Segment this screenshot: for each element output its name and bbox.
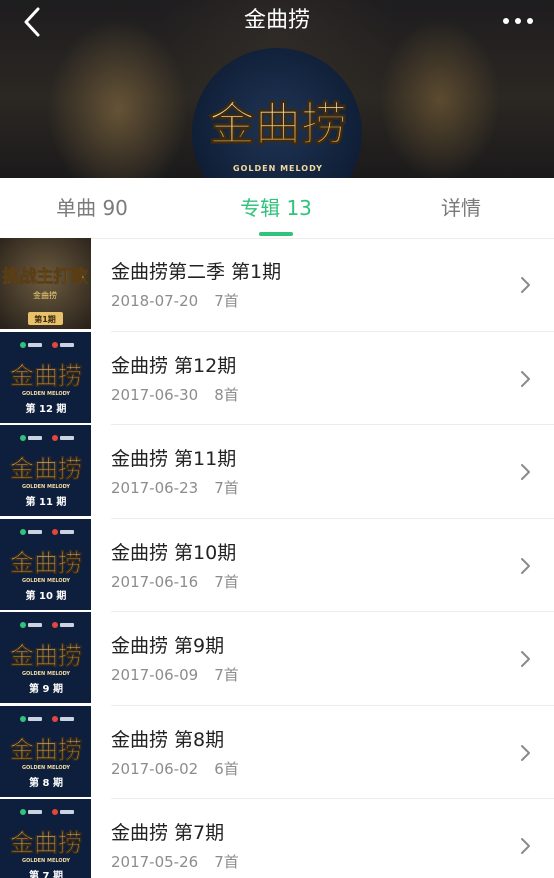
chevron-right-icon	[521, 557, 530, 574]
cover-art: 金曲捞 GOLDEN MELODY	[192, 48, 362, 178]
album-track-count: 7首	[214, 292, 239, 310]
album-track-count: 7首	[214, 479, 239, 497]
album-thumbnail: 金曲捞 GOLDEN MELODY 第 7 期	[0, 799, 91, 878]
album-meta: 2017-06-30 8首	[111, 384, 239, 405]
album-title: 金曲捞 第8期	[111, 728, 225, 751]
album-track-count: 6首	[214, 759, 239, 778]
album-thumbnail: 金曲捞 GOLDEN MELODY 第 8 期	[0, 705, 91, 797]
thumb-title-text: 金曲捞	[9, 549, 82, 577]
album-row[interactable]: 金曲捞 GOLDEN MELODY 第 11 期 金曲捞 第11期 2017-06-23…	[0, 425, 554, 519]
album-title: 金曲捞 第7期	[111, 822, 225, 844]
album-date: 2017-05-26	[111, 853, 199, 871]
album-row[interactable]: 金曲捞 GOLDEN MELODY 第 10 期 金曲捞 第10期 2017-06-16…	[0, 518, 554, 612]
album-thumbnail: 金曲捞 GOLDEN MELODY 第 9 期	[0, 612, 91, 703]
more-button[interactable]	[500, 8, 536, 34]
album-cover-art: 金曲捞GOLDEN MELODY 第 10 期	[0, 518, 91, 610]
chevron-right-icon	[521, 370, 530, 387]
album-thumbnail: 挑战主打歌金曲捞第1期	[0, 238, 91, 329]
thumb-episode-text: 第 9 期	[29, 682, 63, 695]
thumb-sub-text: GOLDEN MELODY	[22, 858, 70, 864]
chevron-right-icon	[521, 651, 530, 667]
thumb-sub-text: GOLDEN MELODY	[22, 671, 70, 677]
thumb-episode-text: 第 11 期	[26, 495, 67, 508]
album-date: 2018-07-20	[111, 292, 199, 310]
active-tab-indicator	[259, 232, 293, 236]
thumb-title-text: 金曲捞	[9, 642, 82, 670]
album-track-count: 7首	[214, 853, 239, 871]
album-cover-art: 金曲捞GOLDEN MELODY 第 12 期	[0, 331, 91, 423]
thumb-title-text: 金曲捞	[9, 455, 82, 483]
tab-albums[interactable]: 专辑 13	[184, 178, 368, 238]
album-title: 金曲捞 第9期	[111, 635, 225, 657]
chevron-right-icon	[521, 838, 530, 854]
album-list: 挑战主打歌 金曲捞 第1期 金曲捞第二季 第1期 2018-07-20 7首 金曲捞 GOLD…	[0, 238, 554, 878]
album-cover-art: 金曲捞GOLDEN MELODY 第 7 期	[0, 799, 91, 878]
album-meta: 2017-06-16 7首	[111, 571, 239, 592]
album-track-count: 7首	[214, 666, 239, 684]
svg-text:金曲捞: 金曲捞	[208, 97, 347, 151]
album-row[interactable]: 金曲捞 GOLDEN MELODY 第 7 期 金曲捞 第7期 2017-05-26 7首	[0, 799, 554, 878]
album-date: 2017-06-02	[111, 759, 199, 778]
chevron-right-icon	[521, 277, 530, 293]
tab-bar: 单曲 90 专辑 13 详情	[0, 178, 554, 239]
thumb-title-text: 金曲捞	[9, 362, 82, 390]
thumb-sub-text: GOLDEN MELODY	[22, 578, 70, 584]
album-meta: 2017-06-09 7首	[111, 664, 239, 685]
thumb-title-text: 金曲捞	[9, 829, 82, 857]
thumb-episode-text: 第1期	[34, 314, 56, 324]
album-meta: 2017-05-26 7首	[111, 851, 239, 872]
thumb-sub-text: GOLDEN MELODY	[22, 391, 70, 397]
chevron-right-icon	[521, 744, 530, 761]
thumb-episode-text: 第 12 期	[26, 402, 67, 415]
album-meta: 2018-07-20 7首	[111, 290, 239, 311]
thumb-episode-text: 第 10 期	[26, 589, 67, 602]
album-title: 金曲捞第二季 第1期	[111, 261, 282, 283]
album-cover-art: 金曲捞GOLDEN MELODY 第 9 期	[0, 612, 91, 703]
thumb-episode-text: 第 8 期	[29, 776, 63, 789]
tab-singles[interactable]: 单曲 90	[0, 178, 184, 238]
album-cover-art: 金曲捞GOLDEN MELODY 第 11 期	[0, 425, 91, 516]
album-date: 2017-06-16	[111, 572, 199, 591]
album-row[interactable]: 挑战主打歌 金曲捞 第1期 金曲捞第二季 第1期 2018-07-20 7首	[0, 238, 554, 332]
album-thumbnail: 金曲捞 GOLDEN MELODY 第 10 期	[0, 518, 91, 610]
thumb-title-text: 挑战主打歌	[3, 266, 89, 287]
album-date: 2017-06-23	[111, 479, 199, 497]
album-cover-art: 挑战主打歌金曲捞第1期	[0, 238, 91, 329]
thumb-sub-text: 金曲捞	[33, 290, 57, 300]
album-list-screen: 金曲捞 金曲捞 GOLDEN MELODY 单曲 90 专辑 13 详情 挑战主…	[0, 0, 554, 878]
chevron-right-icon	[521, 464, 530, 480]
thumb-sub-text: GOLDEN MELODY	[22, 765, 70, 771]
album-title: 金曲捞 第11期	[111, 448, 237, 470]
album-row[interactable]: 金曲捞 GOLDEN MELODY 第 8 期 金曲捞 第8期 2017-06-02 6首	[0, 705, 554, 799]
album-row[interactable]: 金曲捞 GOLDEN MELODY 第 9 期 金曲捞 第9期 2017-06-09 7首	[0, 612, 554, 706]
album-track-count: 7首	[214, 572, 239, 591]
thumb-episode-text: 第 7 期	[29, 869, 63, 878]
album-thumbnail: 金曲捞 GOLDEN MELODY 第 11 期	[0, 425, 91, 516]
album-row[interactable]: 金曲捞 GOLDEN MELODY 第 12 期 金曲捞 第12期 2017-06-30…	[0, 331, 554, 425]
album-meta: 2017-06-23 7首	[111, 477, 239, 498]
album-date: 2017-06-30	[111, 385, 199, 404]
album-cover-art: 金曲捞GOLDEN MELODY 第 8 期	[0, 705, 91, 797]
thumb-title-text: 金曲捞	[9, 736, 82, 764]
page-title: 金曲捞	[243, 8, 310, 33]
album-meta: 2017-06-02 6首	[111, 758, 239, 779]
svg-text:GOLDEN MELODY: GOLDEN MELODY	[233, 164, 323, 173]
album-track-count: 8首	[214, 385, 239, 404]
album-thumbnail: 金曲捞 GOLDEN MELODY 第 12 期	[0, 331, 91, 423]
album-title: 金曲捞 第10期	[111, 541, 237, 564]
header: 金曲捞 金曲捞 GOLDEN MELODY	[0, 0, 554, 178]
thumb-sub-text: GOLDEN MELODY	[22, 484, 70, 490]
album-title: 金曲捞 第12期	[111, 354, 237, 377]
tab-details[interactable]: 详情	[368, 178, 554, 238]
album-date: 2017-06-09	[111, 666, 199, 684]
golden-melody-logo: 金曲捞 GOLDEN MELODY	[208, 97, 348, 174]
more-dots-icon	[503, 18, 533, 24]
